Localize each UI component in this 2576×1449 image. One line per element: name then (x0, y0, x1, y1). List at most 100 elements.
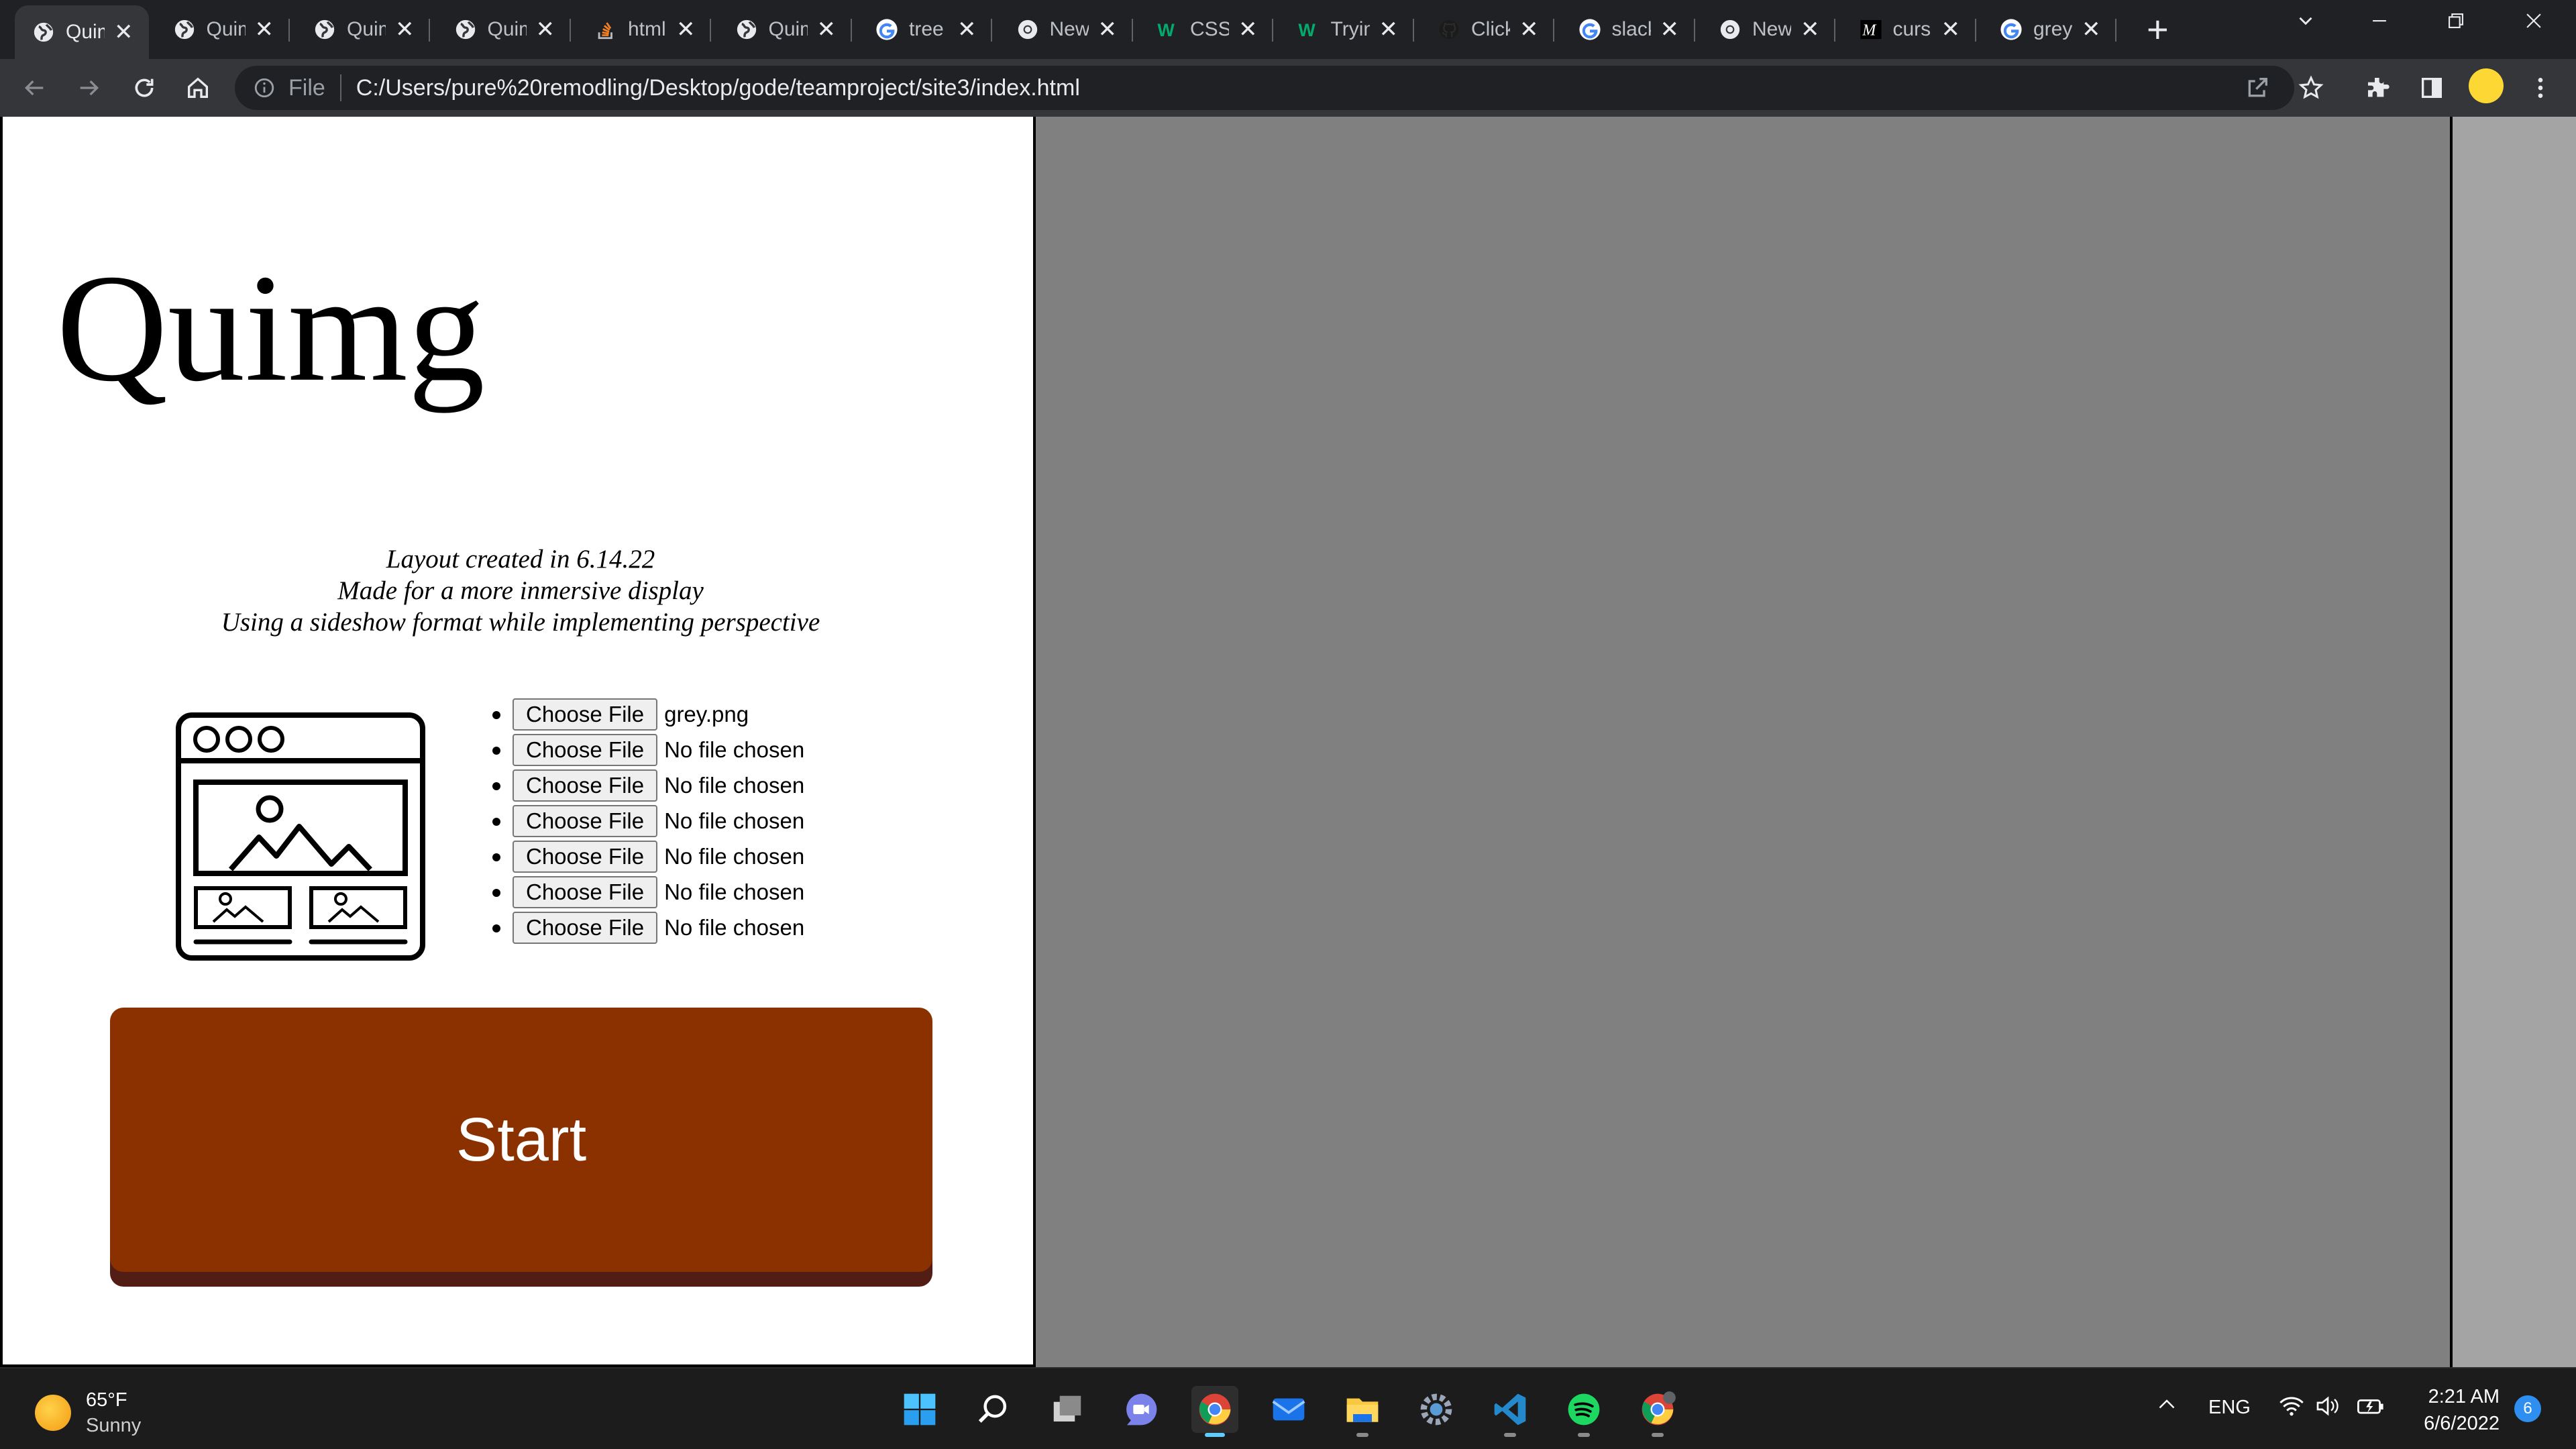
file-name-label: No file chosen (664, 879, 805, 904)
teams-chat-icon[interactable] (1118, 1386, 1165, 1433)
description: Layout created in 6.14.22 Made for a mor… (3, 543, 1038, 638)
choose-file-button[interactable]: Choose File (513, 698, 658, 731)
browser-tab[interactable]: Click ✕ (1420, 9, 1554, 50)
tab-separator (569, 19, 571, 42)
m-icon: M (1860, 18, 1882, 41)
profile-avatar[interactable] (2469, 68, 2504, 103)
github-icon (1438, 18, 1460, 41)
weather-widget[interactable]: 65°F Sunny (35, 1387, 141, 1438)
browser-tab[interactable]: Quimg ✕ (15, 5, 149, 59)
close-window-button[interactable] (2522, 9, 2545, 38)
choose-file-button[interactable]: Choose File (513, 733, 658, 766)
side-panel-icon[interactable] (2415, 71, 2449, 105)
minimize-button[interactable] (2368, 9, 2391, 38)
file-explorer-icon[interactable] (1339, 1386, 1386, 1437)
running-indicator (1652, 1433, 1664, 1437)
description-line: Made for a more inmersive display (337, 576, 704, 605)
browser-tab[interactable]: Quimg ✕ (156, 9, 290, 50)
tab-close-icon[interactable]: ✕ (676, 18, 696, 41)
tab-close-icon[interactable]: ✕ (957, 18, 977, 41)
list-bullet (492, 853, 500, 861)
tab-close-icon[interactable]: ✕ (1801, 18, 1820, 41)
tab-close-icon[interactable]: ✕ (817, 18, 837, 41)
tab-close-icon[interactable]: ✕ (1660, 18, 1680, 41)
reload-button[interactable] (127, 71, 161, 105)
browser-tab[interactable]: W Trying ✕ (1280, 9, 1414, 50)
chrome-icon[interactable] (1191, 1386, 1238, 1437)
w3schools-icon: W (1157, 18, 1179, 41)
globe-icon (313, 18, 336, 41)
tab-search-icon[interactable] (2294, 9, 2317, 38)
choose-file-button[interactable]: Choose File (513, 804, 658, 837)
url-divider (339, 74, 341, 101)
browser-tab[interactable]: Quimg ✕ (437, 9, 571, 50)
browser-tab[interactable]: grey ✕ (1982, 9, 2116, 50)
language-indicator[interactable]: ENG (2208, 1397, 2251, 1419)
browser-tab[interactable]: Quimg ✕ (296, 9, 430, 50)
share-icon[interactable] (2241, 71, 2274, 105)
tab-close-icon[interactable]: ✕ (1238, 18, 1258, 41)
menu-kebab-icon[interactable] (2524, 71, 2557, 105)
globe-icon (173, 18, 196, 41)
url-scheme-label: File (288, 74, 325, 101)
settings-icon[interactable] (1413, 1386, 1460, 1433)
browser-tab[interactable]: Mcurs ✕ (1842, 9, 1976, 50)
browser-tab[interactable]: slack ✕ (1561, 9, 1695, 50)
mail-icon[interactable] (1265, 1386, 1312, 1433)
right-panel (2450, 117, 2576, 1367)
browser-tab[interactable]: html ✕ (577, 9, 711, 50)
tab-title: slack (1611, 18, 1651, 40)
address-bar[interactable]: File C:/Users/pure%20remodling/Desktop/g… (235, 66, 2294, 110)
windows-start-icon[interactable] (896, 1386, 943, 1433)
tab-title: Trying (1330, 18, 1370, 40)
stackoverflow-icon (594, 18, 617, 41)
tab-title: Quimg (487, 18, 527, 40)
tab-close-icon[interactable]: ✕ (536, 18, 555, 41)
choose-file-button[interactable]: Choose File (513, 875, 658, 908)
browser-tab[interactable]: Quimg ✕ (718, 9, 852, 50)
wifi-icon[interactable] (2278, 1394, 2305, 1424)
forward-button[interactable] (72, 71, 106, 105)
tab-close-icon[interactable]: ✕ (1379, 18, 1399, 41)
tab-close-icon[interactable]: ✕ (114, 21, 133, 44)
browser-tab[interactable]: W CSS ✕ (1139, 9, 1273, 50)
back-button[interactable] (17, 71, 51, 105)
browser-tab[interactable]: tree ✕ (858, 9, 992, 50)
globe-icon (735, 18, 758, 41)
start-button[interactable]: Start (110, 1008, 932, 1272)
tab-close-icon[interactable]: ✕ (1098, 18, 1118, 41)
notification-badge[interactable]: 6 (2514, 1395, 2541, 1422)
search-icon[interactable] (970, 1386, 1017, 1433)
file-input-item: Choose File No file chosen (492, 767, 804, 803)
chevron-up-icon[interactable] (2155, 1393, 2179, 1422)
spotify-icon[interactable] (1560, 1386, 1607, 1437)
browser-tab[interactable]: New ✕ (999, 9, 1133, 50)
tab-close-icon[interactable]: ✕ (1519, 18, 1539, 41)
browser-tab[interactable]: New ✕ (1701, 9, 1835, 50)
extensions-icon[interactable] (2361, 71, 2395, 105)
vscode-icon[interactable] (1487, 1386, 1534, 1437)
site-info-icon[interactable] (252, 76, 276, 100)
tab-close-icon[interactable]: ✕ (255, 18, 274, 41)
file-name-label: No file chosen (664, 843, 805, 869)
task-view-icon[interactable] (1044, 1386, 1091, 1433)
battery-icon[interactable] (2356, 1394, 2385, 1424)
tab-close-icon[interactable]: ✕ (395, 18, 415, 41)
bookmark-star-icon[interactable] (2294, 71, 2328, 105)
gallery-window-icon (176, 712, 425, 961)
tab-close-icon[interactable]: ✕ (2082, 18, 2101, 41)
chrome-profile-icon[interactable] (1634, 1386, 1681, 1437)
tab-title: CSS (1190, 18, 1229, 40)
tab-close-icon[interactable]: ✕ (1941, 18, 1961, 41)
choose-file-button[interactable]: Choose File (513, 769, 658, 802)
choose-file-button[interactable]: Choose File (513, 840, 658, 873)
system-clock[interactable]: 2:21 AM 6/6/2022 (2399, 1383, 2500, 1437)
choose-file-button[interactable]: Choose File (513, 911, 658, 944)
globe-icon (454, 18, 477, 41)
restore-button[interactable] (2445, 9, 2467, 38)
page-viewport: Quimg Layout created in 6.14.22 Made for… (0, 117, 2576, 1367)
volume-icon[interactable] (2314, 1394, 2341, 1424)
url-text[interactable]: C:/Users/pure%20remodling/Desktop/gode/t… (356, 75, 1080, 101)
new-tab-button[interactable]: + (2147, 11, 2169, 48)
home-button[interactable] (181, 71, 215, 105)
